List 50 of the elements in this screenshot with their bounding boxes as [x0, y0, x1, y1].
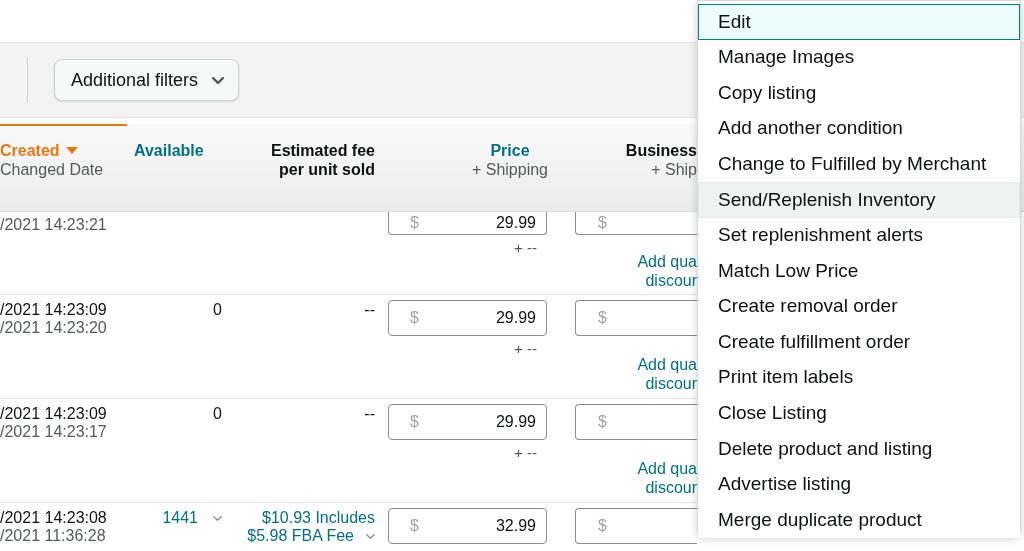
menu-item[interactable]: Add another condition [698, 110, 1020, 147]
column-sublabel: Changed Date [0, 160, 104, 179]
fee-value: -- [364, 301, 375, 319]
quantity-discount-link[interactable]: Add qua discour [637, 355, 697, 393]
changed-date: /2021 14:23:20 [0, 319, 107, 337]
menu-item[interactable]: Edit [698, 4, 1020, 40]
column-sublabel: + Ship [651, 160, 697, 179]
shipping-value: + -- [514, 444, 537, 462]
menu-item[interactable]: Advertise listing [698, 466, 1020, 503]
price-field[interactable]: $ 29.99 [388, 212, 547, 235]
changed-date: /2021 14:23:17 [0, 423, 107, 441]
available-dropdown[interactable]: 1441 [162, 509, 222, 527]
menu-item[interactable]: Create fulfillment order [698, 324, 1020, 360]
column-label[interactable]: Available [134, 141, 204, 160]
menu-item[interactable]: Print item labels [698, 359, 1020, 396]
chevron-down-icon [212, 76, 225, 84]
column-label[interactable]: Price [490, 141, 530, 160]
menu-item[interactable]: Delete product and listing [698, 431, 1020, 467]
menu-item[interactable]: Copy listing [698, 75, 1020, 111]
created-date: /2021 14:23:08 [0, 509, 107, 527]
price-field[interactable]: $ 29.99 [388, 404, 547, 440]
quantity-discount-link[interactable]: Add qua discour [637, 252, 697, 290]
created-date: /2021 14:23:09 [0, 405, 107, 423]
column-sublabel: + Shipping [471, 160, 548, 179]
column-label: Business [625, 141, 697, 160]
menu-item[interactable]: Merge duplicate product [698, 502, 1020, 538]
caret-down-icon [65, 147, 78, 154]
chevron-down-icon [213, 515, 222, 521]
chevron-down-icon [366, 533, 375, 539]
menu-item[interactable]: Match Low Price [698, 253, 1020, 289]
available-count: 0 [213, 405, 222, 423]
column-label: Estimated fee per unit sold [269, 141, 375, 179]
fee-dropdown[interactable]: $10.93 Includes $5.98 FBA Fee [247, 509, 375, 545]
menu-item[interactable]: Close Listing [698, 395, 1020, 432]
menu-item[interactable]: Set replenishment alerts [698, 217, 1020, 254]
fee-value: -- [364, 405, 375, 423]
menu-item[interactable]: Create removal order [698, 288, 1020, 325]
shipping-value: + -- [514, 239, 537, 257]
quantity-discount-link[interactable]: Add qua discour [637, 459, 697, 497]
price-field[interactable]: $ 32.99 [388, 508, 547, 544]
created-date: /2021 14:23:09 [0, 301, 107, 319]
changed-date: /2021 11:36:28 [0, 527, 106, 545]
price-field[interactable]: $ 29.99 [388, 300, 547, 336]
additional-filters-button[interactable]: Additional filters [54, 59, 240, 101]
changed-date: /2021 14:23:21 [0, 216, 107, 234]
menu-item[interactable]: Change to Fulfilled by Merchant [698, 146, 1020, 182]
menu-item[interactable]: Send/Replenish Inventory [698, 181, 1020, 218]
available-count: 0 [213, 301, 222, 319]
shipping-value: + -- [514, 340, 537, 358]
menu-item[interactable]: Manage Images [698, 39, 1020, 76]
